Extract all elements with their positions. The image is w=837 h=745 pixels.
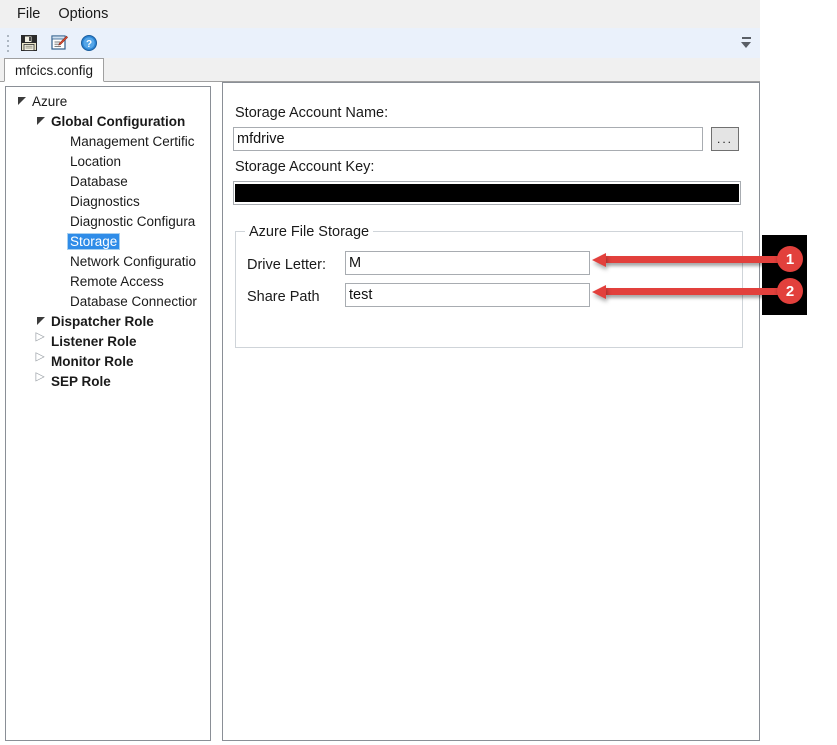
tree-item-storage[interactable]: Storage [6, 231, 210, 251]
storage-account-key-label: Storage Account Key: [235, 159, 374, 175]
configuration-tree-panel[interactable]: Azure Global Configuration Management Cert… [5, 86, 211, 741]
triangle-down-right-icon [37, 117, 46, 126]
tree-item-label: Listener Role [49, 334, 137, 349]
tree-item-dispatcher-role[interactable]: Dispatcher Role [6, 311, 210, 331]
save-button[interactable] [16, 30, 42, 56]
share-path-input[interactable] [345, 283, 590, 307]
storage-settings-panel: Storage Account Name: ... Storage Accoun… [222, 82, 760, 741]
tree-item-monitor-role[interactable]: Monitor Role [6, 351, 210, 371]
tree-item-label: Diagnostics [68, 194, 140, 209]
storage-account-key-redaction [235, 184, 739, 202]
tree-expander-expanded-icon[interactable] [14, 97, 30, 106]
triangle-right-outline-icon [37, 356, 46, 366]
tree-item-database[interactable]: Database [6, 171, 210, 191]
tree-item-label: Management Certific [68, 134, 195, 149]
toolbar-overflow-button[interactable] [738, 32, 754, 54]
drive-letter-input[interactable] [345, 251, 590, 275]
configuration-tree: Azure Global Configuration Management Cert… [6, 87, 210, 391]
tree-item-remote-access[interactable]: Remote Access [6, 271, 210, 291]
tree-item-label: Diagnostic Configura [68, 214, 195, 229]
svg-text:?: ? [86, 39, 92, 50]
tree-item-listener-role[interactable]: Listener Role [6, 331, 210, 351]
storage-account-name-browse-button[interactable]: ... [711, 127, 739, 151]
tab-strip: mfcics.config [0, 58, 760, 82]
annotation-redaction-block-2 [762, 237, 806, 313]
tree-item-sep-role[interactable]: SEP Role [6, 371, 210, 391]
tree-expander-collapsed-icon[interactable] [33, 336, 49, 346]
edit-document-button[interactable] [46, 30, 72, 56]
toolbar-overflow-bar [742, 37, 751, 39]
tree-item-label: Azure [30, 94, 67, 109]
tree-expander-collapsed-icon[interactable] [33, 356, 49, 366]
triangle-right-outline-icon [37, 336, 46, 346]
tree-item-management-certific[interactable]: Management Certific [6, 131, 210, 151]
tree-item-label: Storage [68, 234, 119, 249]
tree-item-network-configuratio[interactable]: Network Configuratio [6, 251, 210, 271]
tree-item-global-configuration[interactable]: Global Configuration [6, 111, 210, 131]
tree-item-label: Dispatcher Role [49, 314, 154, 329]
tree-item-azure[interactable]: Azure [6, 91, 210, 111]
tree-expander-expanded-icon[interactable] [33, 117, 49, 126]
tree-expander-collapsed-icon[interactable] [33, 376, 49, 386]
tree-item-location[interactable]: Location [6, 151, 210, 171]
storage-account-name-input[interactable] [233, 127, 703, 151]
triangle-right-outline-icon [37, 376, 46, 386]
menu-file[interactable]: File [8, 3, 49, 25]
tab-mfcics-config[interactable]: mfcics.config [4, 58, 104, 82]
tree-item-diagnostic-configura[interactable]: Diagnostic Configura [6, 211, 210, 231]
tree-item-label: Global Configuration [49, 114, 185, 129]
triangle-down-right-icon [18, 97, 27, 106]
storage-account-name-label: Storage Account Name: [235, 105, 388, 121]
azure-file-storage-group-title: Azure File Storage [245, 224, 373, 240]
tree-item-database-connectior[interactable]: Database Connectior [6, 291, 210, 311]
menu-options[interactable]: Options [49, 3, 117, 25]
share-path-label: Share Path [247, 289, 320, 305]
tree-item-diagnostics[interactable]: Diagnostics [6, 191, 210, 211]
tree-item-label: Database Connectior [68, 294, 197, 309]
drive-letter-label: Drive Letter: [247, 257, 326, 273]
save-icon [20, 34, 38, 52]
tree-item-label: SEP Role [49, 374, 111, 389]
tree-item-label: Location [68, 154, 121, 169]
help-icon: ? [80, 34, 98, 52]
triangle-down-right-icon [37, 317, 46, 326]
menu-bar: File Options [0, 0, 760, 28]
tree-item-label: Network Configuratio [68, 254, 196, 269]
tree-expander-expanded-icon[interactable] [33, 317, 49, 326]
tree-item-label: Monitor Role [49, 354, 134, 369]
edit-document-icon [50, 34, 68, 52]
tree-item-label: Database [68, 174, 128, 189]
help-button[interactable]: ? [76, 30, 102, 56]
toolbar-grip[interactable] [3, 34, 12, 52]
chevron-down-icon [740, 41, 752, 49]
tree-item-label: Remote Access [68, 274, 164, 289]
application-window: File Options [0, 0, 837, 745]
toolbar: ? [0, 28, 760, 58]
